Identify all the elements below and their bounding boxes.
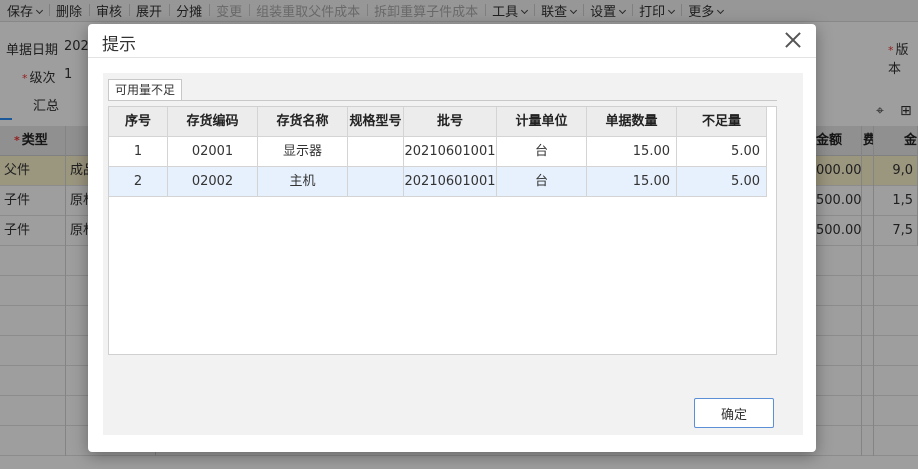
column-header: 计量单位 xyxy=(497,107,587,137)
column-header: 单据数量 xyxy=(587,107,677,137)
insufficient-stock-dialog: 提示 可用量不足 序号 存货编码 存货名称 规格型号 批号 计量单位 单据数量 … xyxy=(88,24,816,452)
cell-unit: 台 xyxy=(497,167,587,197)
cell-spec xyxy=(348,137,404,167)
cell-name: 主机 xyxy=(258,167,348,197)
dialog-title: 提示 xyxy=(102,35,136,55)
cell-code: 02002 xyxy=(168,167,258,197)
column-header: 序号 xyxy=(109,107,168,137)
table-row[interactable]: 2 02002 主机 20210601001 台 15.00 5.00 xyxy=(109,167,767,197)
divider xyxy=(108,100,777,101)
table-row[interactable]: 1 02001 显示器 20210601001 台 15.00 5.00 xyxy=(109,137,767,167)
cell-shortage: 5.00 xyxy=(677,167,767,197)
cell-unit: 台 xyxy=(497,137,587,167)
cell-name: 显示器 xyxy=(258,137,348,167)
column-header: 不足量 xyxy=(677,107,767,137)
table-header: 序号 存货编码 存货名称 规格型号 批号 计量单位 单据数量 不足量 xyxy=(109,107,767,137)
shortage-table: 序号 存货编码 存货名称 规格型号 批号 计量单位 单据数量 不足量 1 020… xyxy=(108,106,777,355)
confirm-button[interactable]: 确定 xyxy=(694,398,774,428)
divider xyxy=(88,57,816,58)
column-header: 存货编码 xyxy=(168,107,258,137)
cell-seq: 2 xyxy=(109,167,168,197)
close-icon[interactable] xyxy=(782,29,804,51)
cell-shortage: 5.00 xyxy=(677,137,767,167)
column-header: 存货名称 xyxy=(258,107,348,137)
cell-seq: 1 xyxy=(109,137,168,167)
cell-spec xyxy=(348,167,404,197)
cell-qty: 15.00 xyxy=(587,167,677,197)
cell-qty: 15.00 xyxy=(587,137,677,167)
column-header: 规格型号 xyxy=(348,107,404,137)
cell-batch: 20210601001 xyxy=(404,137,497,167)
tab-insufficient-stock[interactable]: 可用量不足 xyxy=(108,79,183,100)
column-header: 批号 xyxy=(404,107,497,137)
cell-batch: 20210601001 xyxy=(404,167,497,197)
cell-code: 02001 xyxy=(168,137,258,167)
